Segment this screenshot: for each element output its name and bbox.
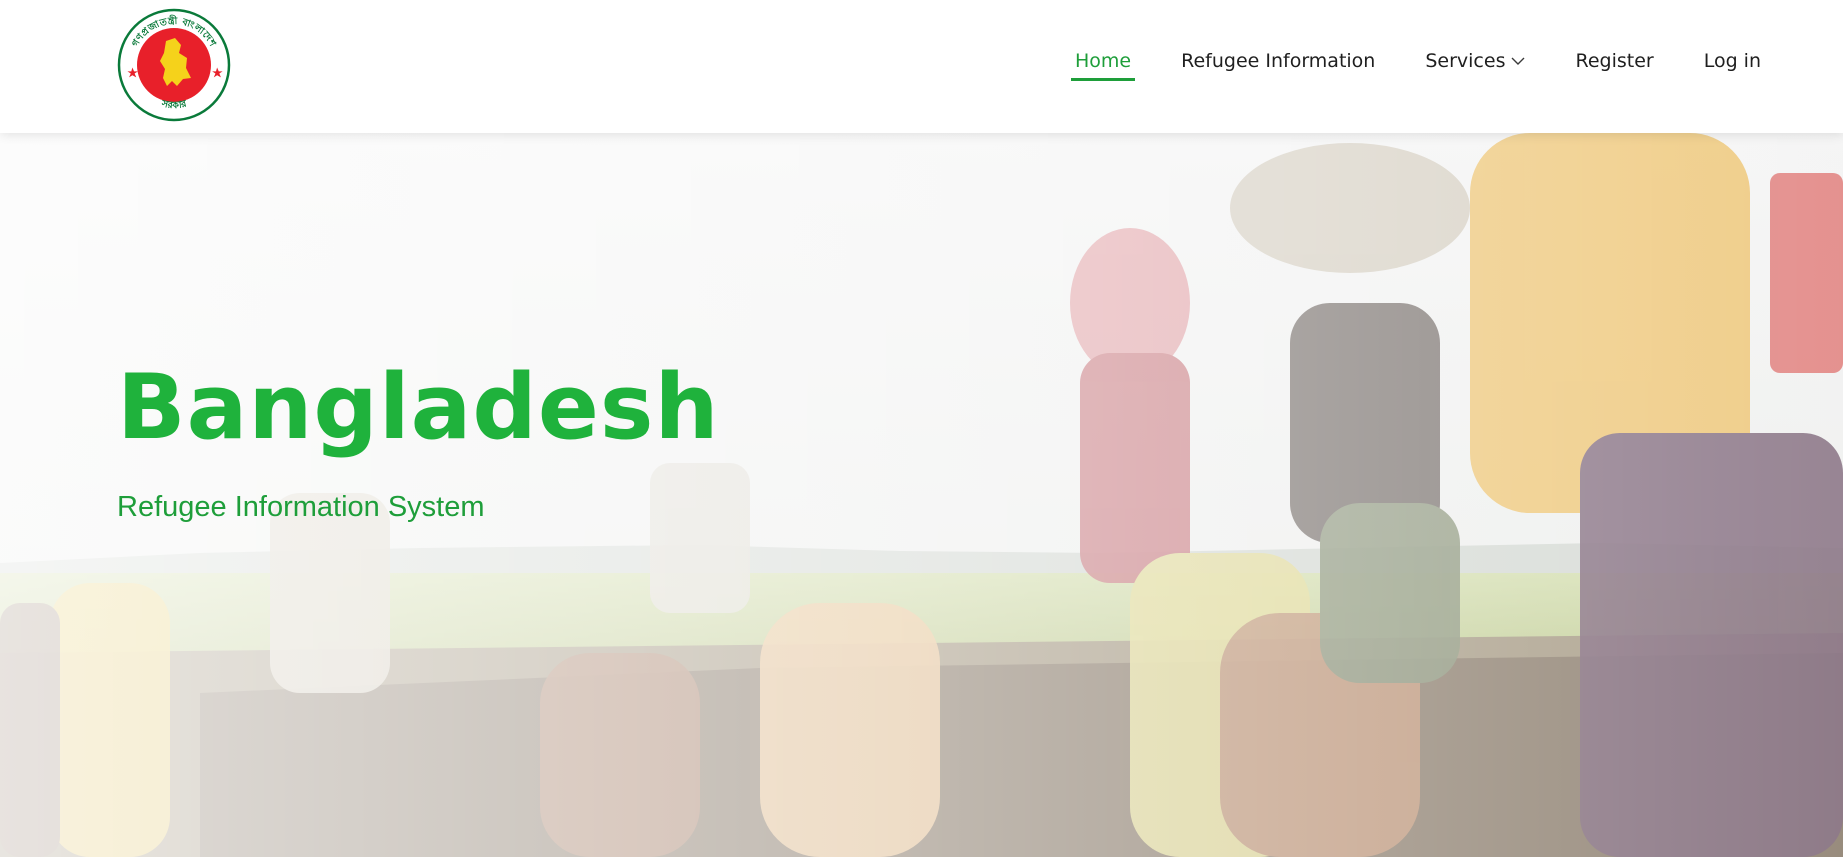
nav-register[interactable]: Register: [1571, 44, 1657, 81]
government-emblem-logo[interactable]: গণপ্রজাতন্ত্রী বাংলাদেশ সরকার: [117, 8, 231, 122]
nav-services-label: Services: [1425, 50, 1506, 72]
hero-banner: Bangladesh Refugee Information System: [0, 133, 1843, 857]
bangladesh-seal-icon: গণপ্রজাতন্ত্রী বাংলাদেশ সরকার: [117, 8, 231, 122]
nav-log-in[interactable]: Log in: [1700, 44, 1765, 81]
nav-home-label: Home: [1075, 50, 1132, 72]
nav-refugee-information[interactable]: Refugee Information: [1177, 44, 1379, 81]
nav-register-label: Register: [1575, 50, 1654, 72]
nav-services-dropdown[interactable]: Services: [1421, 44, 1529, 81]
chevron-down-icon: [1511, 57, 1525, 66]
nav-refugee-information-label: Refugee Information: [1181, 50, 1376, 72]
nav-home[interactable]: Home: [1071, 44, 1136, 81]
main-navigation: Home Refugee Information Services Regist…: [1071, 44, 1765, 81]
hero-subtitle: Refugee Information System: [117, 491, 485, 523]
hero-title: Bangladesh: [117, 355, 720, 460]
site-header: গণপ্রজাতন্ত্রী বাংলাদেশ সরকার Home Refug…: [0, 0, 1843, 133]
nav-log-in-label: Log in: [1703, 50, 1761, 72]
